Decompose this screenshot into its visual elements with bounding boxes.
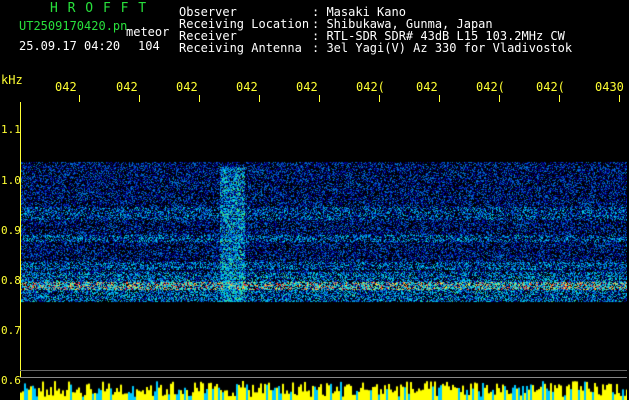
x-tick-label: 042 — [416, 80, 438, 94]
y-tick-label: 1.1 — [1, 123, 21, 136]
signal-activity-strip — [20, 378, 627, 400]
x-tick-label: 042( — [356, 80, 385, 94]
x-tick — [199, 95, 200, 102]
file-name: UT2509170420.pn — [19, 19, 128, 33]
x-tick-label: 042 — [116, 80, 138, 94]
x-tick-label: 042( — [476, 80, 505, 94]
x-tick — [139, 95, 140, 102]
reference-line — [20, 370, 627, 371]
y-tick-label: 0.8 — [1, 274, 21, 287]
y-tick-label: 0.9 — [1, 224, 21, 237]
antenna-label: Receiving Antenna — [179, 41, 302, 55]
meteor-count: 104 — [138, 39, 160, 53]
x-tick-label: 042 — [176, 80, 198, 94]
y-tick-label: 0.6 — [1, 374, 21, 387]
x-tick — [619, 95, 620, 102]
timestamp: 25.09.17 04:20 — [19, 39, 121, 53]
x-tick — [79, 95, 80, 102]
y-tick-label: 1.0 — [1, 174, 21, 187]
plot-frame — [20, 102, 628, 378]
x-tick-label: 042 — [236, 80, 258, 94]
meteor-label: meteor — [126, 25, 170, 39]
x-tick-label: 0430 — [595, 80, 624, 94]
x-tick — [259, 95, 260, 102]
x-tick — [379, 95, 380, 102]
x-tick-label: 042 — [55, 80, 77, 94]
x-tick — [439, 95, 440, 102]
x-tick — [319, 95, 320, 102]
y-axis-unit: kHz — [1, 73, 23, 87]
antenna-value: : 3el Yagi(V) Az 330 for Vladivostok — [312, 41, 573, 55]
station-title: H R O F F T — [50, 1, 148, 16]
x-tick — [559, 95, 560, 102]
x-tick-label: 042 — [296, 80, 318, 94]
x-tick-label: 042( — [536, 80, 565, 94]
x-tick — [499, 95, 500, 102]
y-tick-label: 0.7 — [1, 324, 21, 337]
